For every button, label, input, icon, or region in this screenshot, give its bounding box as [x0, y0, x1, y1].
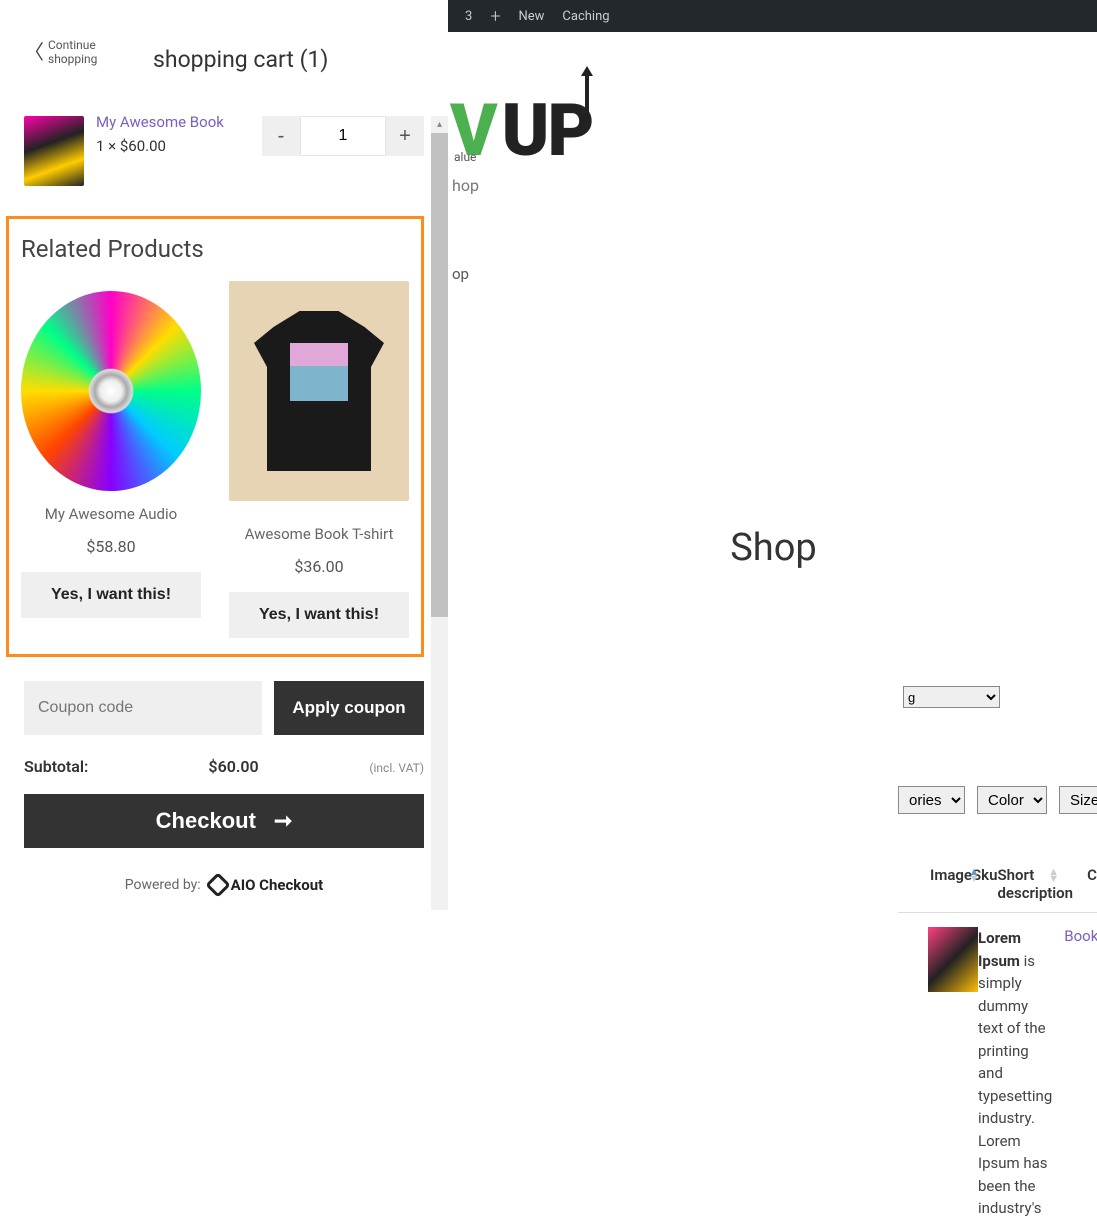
scrollbar-track[interactable]: ▴ — [431, 116, 448, 910]
cart-item-price: 1 × $60.00 — [96, 137, 250, 155]
subtotal-row: Subtotal: $60.00 (incl. VAT) — [24, 757, 424, 776]
cart-header: 〈 Continueshopping shopping cart (1) — [0, 0, 448, 116]
size-select[interactable]: Size — [1059, 786, 1097, 814]
scrollbar-thumb[interactable] — [431, 133, 448, 617]
related-product-image-cd[interactable] — [21, 291, 201, 491]
th-image[interactable]: Image — [898, 866, 972, 902]
subtotal-value: $60.00 — [208, 757, 258, 776]
qty-minus-button[interactable]: - — [262, 116, 300, 156]
admin-notifications-count[interactable]: 3 — [465, 9, 472, 24]
th-short-description[interactable]: Short description ▲▼ — [997, 866, 1073, 902]
cart-drawer: 〈 Continueshopping shopping cart (1) My … — [0, 0, 448, 920]
shop-heading: Shop — [730, 526, 817, 570]
scroll-up-arrow[interactable]: ▴ — [431, 116, 448, 133]
qty-input[interactable] — [300, 116, 386, 156]
site-logo[interactable]: V UP — [450, 66, 1097, 156]
coupon-input[interactable] — [24, 681, 262, 735]
categories-select[interactable]: ories — [898, 786, 965, 814]
aio-mark-icon — [205, 872, 230, 897]
quantity-stepper: - + — [262, 116, 424, 156]
shop-page: V UP alue hop op Shop g ories Color Size… — [450, 66, 1097, 920]
add-related-button[interactable]: Yes, I want this! — [229, 592, 409, 638]
subtotal-label: Subtotal: — [24, 757, 88, 776]
cart-item-name[interactable]: My Awesome Book — [96, 116, 250, 131]
admin-new-link[interactable]: New — [518, 9, 544, 24]
cart-title: shopping cart (1) — [57, 46, 424, 73]
breadcrumb-partial-2: op — [452, 265, 1097, 283]
related-products-title: Related Products — [21, 235, 409, 263]
related-product-price: $58.80 — [21, 537, 201, 556]
th-categories[interactable]: Categories — [1073, 866, 1097, 902]
checkout-button[interactable]: Checkout ➞ — [24, 794, 424, 848]
related-product-name[interactable]: Awesome Book T-shirt — [229, 525, 409, 543]
sorting-select[interactable]: g — [903, 686, 1000, 708]
logo-tagline: alue — [454, 150, 476, 164]
plus-icon: + — [490, 6, 500, 27]
cart-item: My Awesome Book 1 × $60.00 - + — [24, 116, 424, 186]
table-header: Image Sku ▲▼ Short description ▲▼ Catego… — [898, 856, 1097, 913]
add-related-button[interactable]: Yes, I want this! — [21, 572, 201, 618]
chevron-left-icon: 〈 — [24, 40, 44, 64]
qty-plus-button[interactable]: + — [386, 116, 424, 156]
td-short-description: Lorem Ipsum is simply dummy text of the … — [978, 927, 1052, 1220]
th-sku[interactable]: Sku ▲▼ — [972, 866, 997, 902]
cart-item-image[interactable] — [24, 116, 84, 186]
filter-row: ories Color Size Show 25 products Sh — [898, 786, 1097, 814]
related-product-price: $36.00 — [229, 557, 409, 576]
incl-vat-label: (incl. VAT) — [369, 761, 424, 775]
powered-by: Powered by: AIO Checkout — [24, 876, 424, 894]
arrow-right-icon: ➞ — [274, 808, 292, 834]
related-product-image-tshirt[interactable] — [229, 281, 409, 501]
related-product-name[interactable]: My Awesome Audio — [21, 505, 201, 523]
aio-checkout-logo[interactable]: AIO Checkout — [209, 876, 324, 894]
related-products-section: Related Products My Awesome Audio $58.80… — [6, 216, 424, 657]
related-product: My Awesome Audio $58.80 Yes, I want this… — [21, 281, 201, 638]
product-thumbnail[interactable] — [928, 927, 978, 992]
table-row: Lorem Ipsum is simply dummy text of the … — [898, 913, 1097, 1220]
admin-caching-link[interactable]: Caching — [562, 9, 609, 24]
category-link[interactable]: Book — [1064, 927, 1097, 945]
apply-coupon-button[interactable]: Apply coupon — [274, 681, 424, 735]
color-select[interactable]: Color — [977, 786, 1047, 814]
related-product: Awesome Book T-shirt $36.00 Yes, I want … — [229, 281, 409, 638]
breadcrumb-partial-1: hop — [452, 176, 1097, 195]
products-table: Image Sku ▲▼ Short description ▲▼ Catego… — [898, 856, 1097, 1220]
coupon-row: Apply coupon — [24, 681, 424, 735]
